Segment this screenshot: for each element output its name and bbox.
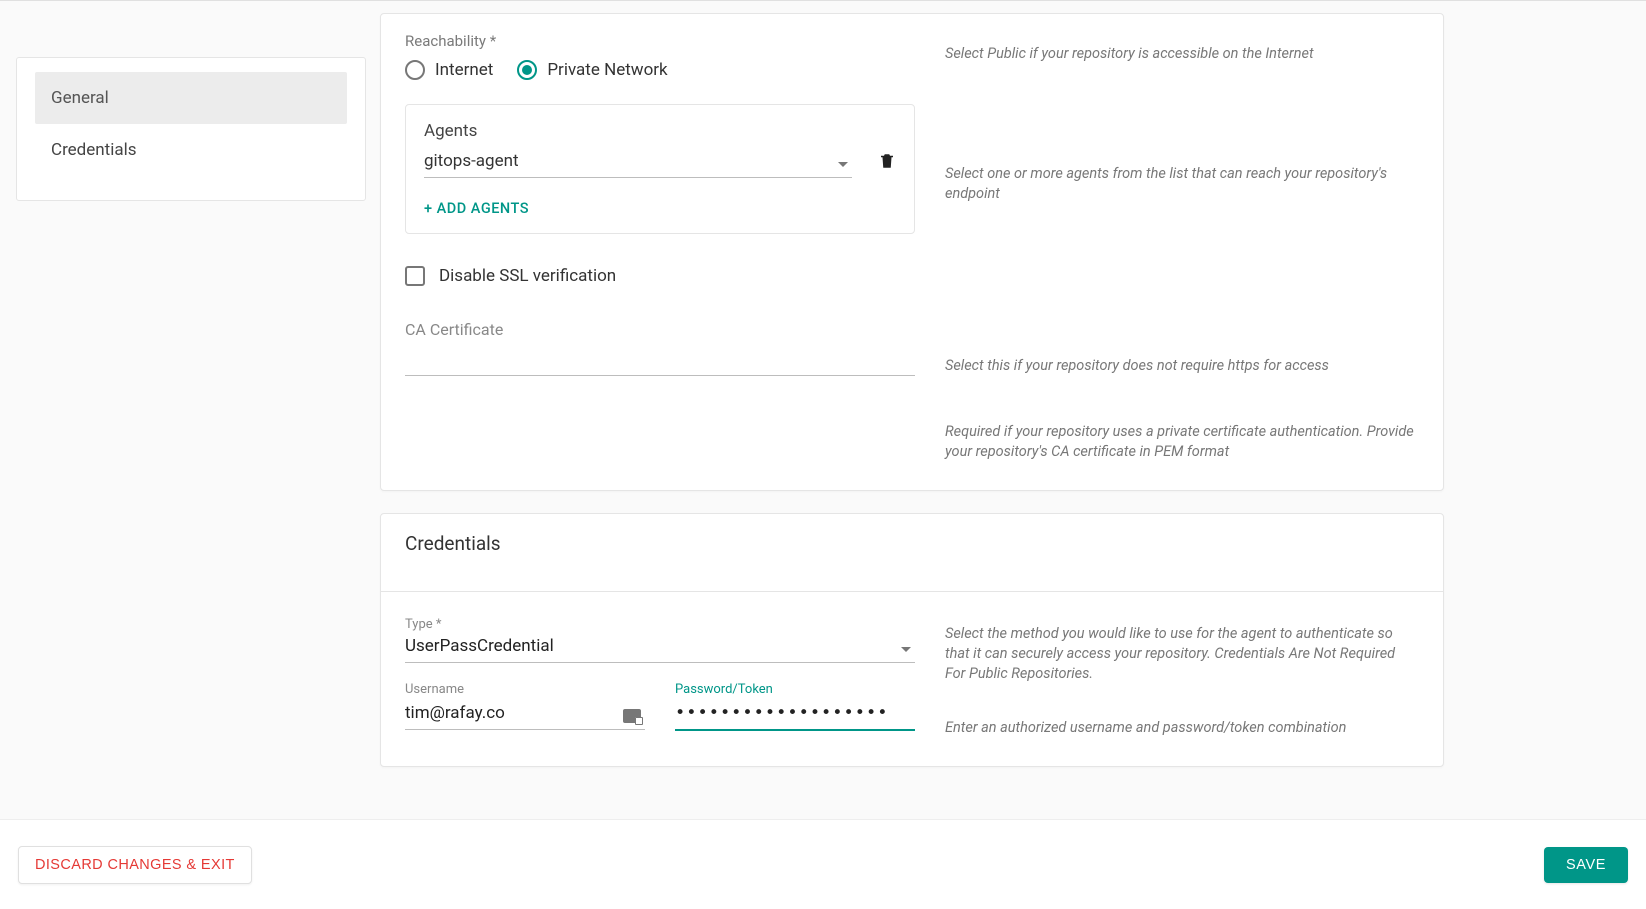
radio-icon — [405, 60, 425, 80]
radio-internet[interactable]: Internet — [405, 60, 493, 80]
credentials-card: Credentials Type * UserPassCredential Us… — [380, 513, 1444, 767]
main-column: Reachability * Internet Private Network — [380, 1, 1444, 789]
password-input[interactable] — [675, 697, 915, 731]
save-button[interactable]: SAVE — [1544, 847, 1628, 883]
ca-certificate-input[interactable] — [405, 343, 915, 376]
username-field: Username — [405, 683, 645, 731]
credential-type-select[interactable]: UserPassCredential — [405, 632, 915, 663]
ssl-help: Select this if your repository does not … — [945, 356, 1419, 376]
credentials-row: Type * UserPassCredential Username — [405, 618, 1419, 738]
radio-label: Private Network — [547, 60, 667, 80]
ssl-checkbox-label: Disable SSL verification — [439, 266, 616, 286]
credential-manager-icon — [623, 709, 641, 723]
delete-agent-icon[interactable] — [878, 151, 896, 174]
agent-select[interactable]: gitops-agent — [424, 147, 852, 178]
radio-private-network[interactable]: Private Network — [517, 60, 667, 80]
content-scroll: General Credentials Reachability * Inter… — [0, 1, 1646, 819]
sidebar-item-general[interactable]: General — [35, 72, 347, 124]
ca-certificate-label: CA Certificate — [405, 320, 915, 339]
ca-help: Required if your repository uses a priva… — [945, 422, 1419, 462]
add-agents-button[interactable]: + ADD AGENTS — [424, 200, 896, 217]
discard-button[interactable]: DISCARD CHANGES & EXIT — [18, 846, 252, 884]
ca-certificate-field: CA Certificate — [405, 320, 915, 376]
ssl-checkbox-row: Disable SSL verification — [405, 266, 915, 286]
agent-select-value: gitops-agent — [424, 151, 519, 171]
radio-label: Internet — [435, 60, 493, 80]
type-label: Type * — [405, 618, 915, 632]
username-label: Username — [405, 683, 645, 697]
side-nav-card: General Credentials — [16, 57, 366, 201]
sidebar-item-credentials[interactable]: Credentials — [35, 124, 347, 176]
user-pass-row: Username Password/Token — [405, 683, 915, 731]
credential-type-value: UserPassCredential — [405, 636, 554, 656]
chevron-down-icon — [838, 162, 848, 167]
agent-row: gitops-agent — [424, 147, 896, 178]
reachability-help: Select Public if your repository is acce… — [945, 44, 1419, 64]
reachability-label: Reachability * — [405, 32, 915, 50]
footer: DISCARD CHANGES & EXIT SAVE — [0, 819, 1646, 909]
sidebar-item-label: General — [51, 88, 109, 108]
agents-help: Select one or more agents from the list … — [945, 164, 1419, 204]
credentials-header: Credentials — [405, 532, 1419, 555]
general-card: Reachability * Internet Private Network — [380, 13, 1444, 491]
sidebar-item-label: Credentials — [51, 140, 137, 160]
credentials-divider — [381, 591, 1443, 592]
reachability-row: Reachability * Internet Private Network — [405, 32, 1419, 462]
agents-label: Agents — [424, 121, 896, 141]
chevron-down-icon — [901, 647, 911, 652]
agents-box: Agents gitops-agent + ADD AGENT — [405, 104, 915, 234]
ssl-checkbox[interactable] — [405, 266, 425, 286]
reachability-radio-group: Internet Private Network — [405, 60, 915, 80]
type-help: Select the method you would like to use … — [945, 624, 1419, 684]
radio-icon — [517, 60, 537, 80]
password-label: Password/Token — [675, 683, 915, 697]
password-field: Password/Token — [675, 683, 915, 731]
user-help: Enter an authorized username and passwor… — [945, 718, 1419, 738]
username-input[interactable] — [405, 697, 645, 730]
page-root: General Credentials Reachability * Inter… — [0, 0, 1646, 909]
